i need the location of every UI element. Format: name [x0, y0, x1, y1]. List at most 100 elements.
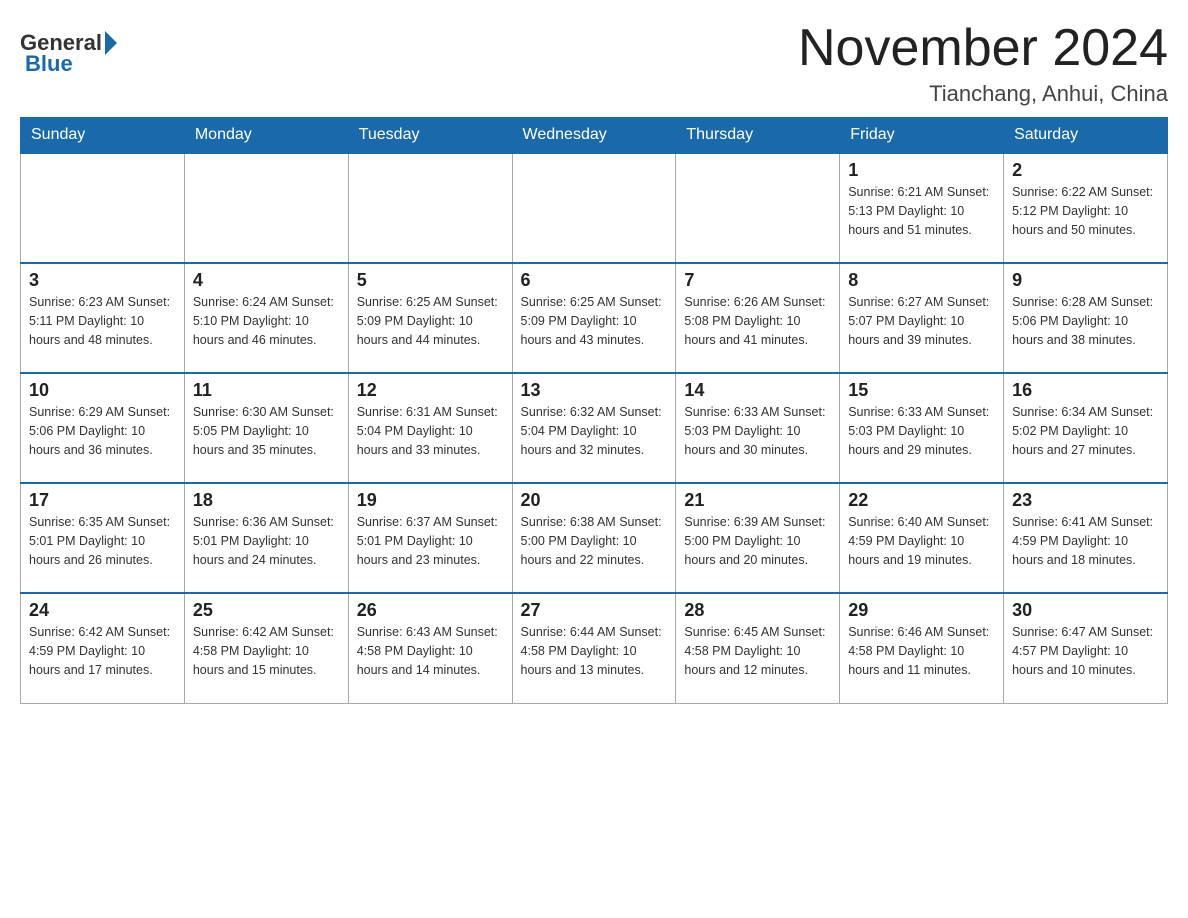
calendar-cell	[512, 153, 676, 263]
calendar-cell: 21Sunrise: 6:39 AM Sunset: 5:00 PM Dayli…	[676, 483, 840, 593]
day-number: 6	[521, 270, 668, 291]
calendar-cell: 4Sunrise: 6:24 AM Sunset: 5:10 PM Daylig…	[184, 263, 348, 373]
day-info: Sunrise: 6:33 AM Sunset: 5:03 PM Dayligh…	[684, 403, 831, 459]
day-info: Sunrise: 6:26 AM Sunset: 5:08 PM Dayligh…	[684, 293, 831, 349]
calendar-header-row: SundayMondayTuesdayWednesdayThursdayFrid…	[21, 118, 1168, 154]
day-info: Sunrise: 6:35 AM Sunset: 5:01 PM Dayligh…	[29, 513, 176, 569]
day-info: Sunrise: 6:47 AM Sunset: 4:57 PM Dayligh…	[1012, 623, 1159, 679]
calendar-cell: 23Sunrise: 6:41 AM Sunset: 4:59 PM Dayli…	[1004, 483, 1168, 593]
calendar-header-tuesday: Tuesday	[348, 118, 512, 154]
title-area: November 2024 Tianchang, Anhui, China	[798, 20, 1168, 107]
day-info: Sunrise: 6:46 AM Sunset: 4:58 PM Dayligh…	[848, 623, 995, 679]
day-info: Sunrise: 6:22 AM Sunset: 5:12 PM Dayligh…	[1012, 183, 1159, 239]
calendar-cell: 6Sunrise: 6:25 AM Sunset: 5:09 PM Daylig…	[512, 263, 676, 373]
day-info: Sunrise: 6:36 AM Sunset: 5:01 PM Dayligh…	[193, 513, 340, 569]
calendar-cell: 13Sunrise: 6:32 AM Sunset: 5:04 PM Dayli…	[512, 373, 676, 483]
day-number: 14	[684, 380, 831, 401]
calendar-cell: 24Sunrise: 6:42 AM Sunset: 4:59 PM Dayli…	[21, 593, 185, 703]
day-info: Sunrise: 6:43 AM Sunset: 4:58 PM Dayligh…	[357, 623, 504, 679]
day-number: 5	[357, 270, 504, 291]
calendar-cell: 22Sunrise: 6:40 AM Sunset: 4:59 PM Dayli…	[840, 483, 1004, 593]
day-number: 13	[521, 380, 668, 401]
day-number: 21	[684, 490, 831, 511]
day-number: 9	[1012, 270, 1159, 291]
calendar-cell: 10Sunrise: 6:29 AM Sunset: 5:06 PM Dayli…	[21, 373, 185, 483]
day-info: Sunrise: 6:27 AM Sunset: 5:07 PM Dayligh…	[848, 293, 995, 349]
calendar-cell: 26Sunrise: 6:43 AM Sunset: 4:58 PM Dayli…	[348, 593, 512, 703]
day-info: Sunrise: 6:33 AM Sunset: 5:03 PM Dayligh…	[848, 403, 995, 459]
calendar-header-friday: Friday	[840, 118, 1004, 154]
day-number: 22	[848, 490, 995, 511]
day-number: 30	[1012, 600, 1159, 621]
day-info: Sunrise: 6:28 AM Sunset: 5:06 PM Dayligh…	[1012, 293, 1159, 349]
day-number: 17	[29, 490, 176, 511]
calendar-cell: 12Sunrise: 6:31 AM Sunset: 5:04 PM Dayli…	[348, 373, 512, 483]
calendar-cell	[348, 153, 512, 263]
calendar-cell: 30Sunrise: 6:47 AM Sunset: 4:57 PM Dayli…	[1004, 593, 1168, 703]
day-number: 12	[357, 380, 504, 401]
calendar-header-sunday: Sunday	[21, 118, 185, 154]
day-number: 19	[357, 490, 504, 511]
calendar-cell: 14Sunrise: 6:33 AM Sunset: 5:03 PM Dayli…	[676, 373, 840, 483]
calendar-cell: 17Sunrise: 6:35 AM Sunset: 5:01 PM Dayli…	[21, 483, 185, 593]
day-info: Sunrise: 6:30 AM Sunset: 5:05 PM Dayligh…	[193, 403, 340, 459]
day-number: 23	[1012, 490, 1159, 511]
calendar-table: SundayMondayTuesdayWednesdayThursdayFrid…	[20, 117, 1168, 704]
calendar-header-thursday: Thursday	[676, 118, 840, 154]
day-number: 1	[848, 160, 995, 181]
day-number: 4	[193, 270, 340, 291]
calendar-header-wednesday: Wednesday	[512, 118, 676, 154]
day-number: 15	[848, 380, 995, 401]
calendar-week-2: 3Sunrise: 6:23 AM Sunset: 5:11 PM Daylig…	[21, 263, 1168, 373]
day-number: 18	[193, 490, 340, 511]
calendar-cell: 18Sunrise: 6:36 AM Sunset: 5:01 PM Dayli…	[184, 483, 348, 593]
calendar-cell: 9Sunrise: 6:28 AM Sunset: 5:06 PM Daylig…	[1004, 263, 1168, 373]
calendar-cell	[21, 153, 185, 263]
day-info: Sunrise: 6:34 AM Sunset: 5:02 PM Dayligh…	[1012, 403, 1159, 459]
day-number: 27	[521, 600, 668, 621]
day-info: Sunrise: 6:37 AM Sunset: 5:01 PM Dayligh…	[357, 513, 504, 569]
calendar-cell: 28Sunrise: 6:45 AM Sunset: 4:58 PM Dayli…	[676, 593, 840, 703]
day-number: 7	[684, 270, 831, 291]
calendar-week-1: 1Sunrise: 6:21 AM Sunset: 5:13 PM Daylig…	[21, 153, 1168, 263]
day-number: 16	[1012, 380, 1159, 401]
day-number: 26	[357, 600, 504, 621]
day-number: 11	[193, 380, 340, 401]
calendar-cell: 3Sunrise: 6:23 AM Sunset: 5:11 PM Daylig…	[21, 263, 185, 373]
calendar-cell: 8Sunrise: 6:27 AM Sunset: 5:07 PM Daylig…	[840, 263, 1004, 373]
day-info: Sunrise: 6:38 AM Sunset: 5:00 PM Dayligh…	[521, 513, 668, 569]
calendar-cell: 1Sunrise: 6:21 AM Sunset: 5:13 PM Daylig…	[840, 153, 1004, 263]
calendar-week-3: 10Sunrise: 6:29 AM Sunset: 5:06 PM Dayli…	[21, 373, 1168, 483]
calendar-week-4: 17Sunrise: 6:35 AM Sunset: 5:01 PM Dayli…	[21, 483, 1168, 593]
day-info: Sunrise: 6:42 AM Sunset: 4:59 PM Dayligh…	[29, 623, 176, 679]
day-info: Sunrise: 6:32 AM Sunset: 5:04 PM Dayligh…	[521, 403, 668, 459]
calendar-cell: 29Sunrise: 6:46 AM Sunset: 4:58 PM Dayli…	[840, 593, 1004, 703]
day-info: Sunrise: 6:39 AM Sunset: 5:00 PM Dayligh…	[684, 513, 831, 569]
day-info: Sunrise: 6:25 AM Sunset: 5:09 PM Dayligh…	[357, 293, 504, 349]
day-info: Sunrise: 6:45 AM Sunset: 4:58 PM Dayligh…	[684, 623, 831, 679]
day-info: Sunrise: 6:21 AM Sunset: 5:13 PM Dayligh…	[848, 183, 995, 239]
calendar-cell: 16Sunrise: 6:34 AM Sunset: 5:02 PM Dayli…	[1004, 373, 1168, 483]
day-info: Sunrise: 6:25 AM Sunset: 5:09 PM Dayligh…	[521, 293, 668, 349]
day-info: Sunrise: 6:23 AM Sunset: 5:11 PM Dayligh…	[29, 293, 176, 349]
calendar-cell	[184, 153, 348, 263]
calendar-week-5: 24Sunrise: 6:42 AM Sunset: 4:59 PM Dayli…	[21, 593, 1168, 703]
calendar-cell: 2Sunrise: 6:22 AM Sunset: 5:12 PM Daylig…	[1004, 153, 1168, 263]
day-number: 28	[684, 600, 831, 621]
day-number: 25	[193, 600, 340, 621]
day-number: 24	[29, 600, 176, 621]
day-info: Sunrise: 6:29 AM Sunset: 5:06 PM Dayligh…	[29, 403, 176, 459]
day-number: 2	[1012, 160, 1159, 181]
day-number: 3	[29, 270, 176, 291]
day-info: Sunrise: 6:31 AM Sunset: 5:04 PM Dayligh…	[357, 403, 504, 459]
calendar-cell: 7Sunrise: 6:26 AM Sunset: 5:08 PM Daylig…	[676, 263, 840, 373]
logo-arrow-icon	[105, 31, 117, 55]
day-number: 29	[848, 600, 995, 621]
day-info: Sunrise: 6:40 AM Sunset: 4:59 PM Dayligh…	[848, 513, 995, 569]
calendar-cell: 19Sunrise: 6:37 AM Sunset: 5:01 PM Dayli…	[348, 483, 512, 593]
calendar-cell: 11Sunrise: 6:30 AM Sunset: 5:05 PM Dayli…	[184, 373, 348, 483]
day-info: Sunrise: 6:24 AM Sunset: 5:10 PM Dayligh…	[193, 293, 340, 349]
day-number: 20	[521, 490, 668, 511]
location-text: Tianchang, Anhui, China	[798, 81, 1168, 107]
page-header: General Blue November 2024 Tianchang, An…	[20, 20, 1168, 107]
